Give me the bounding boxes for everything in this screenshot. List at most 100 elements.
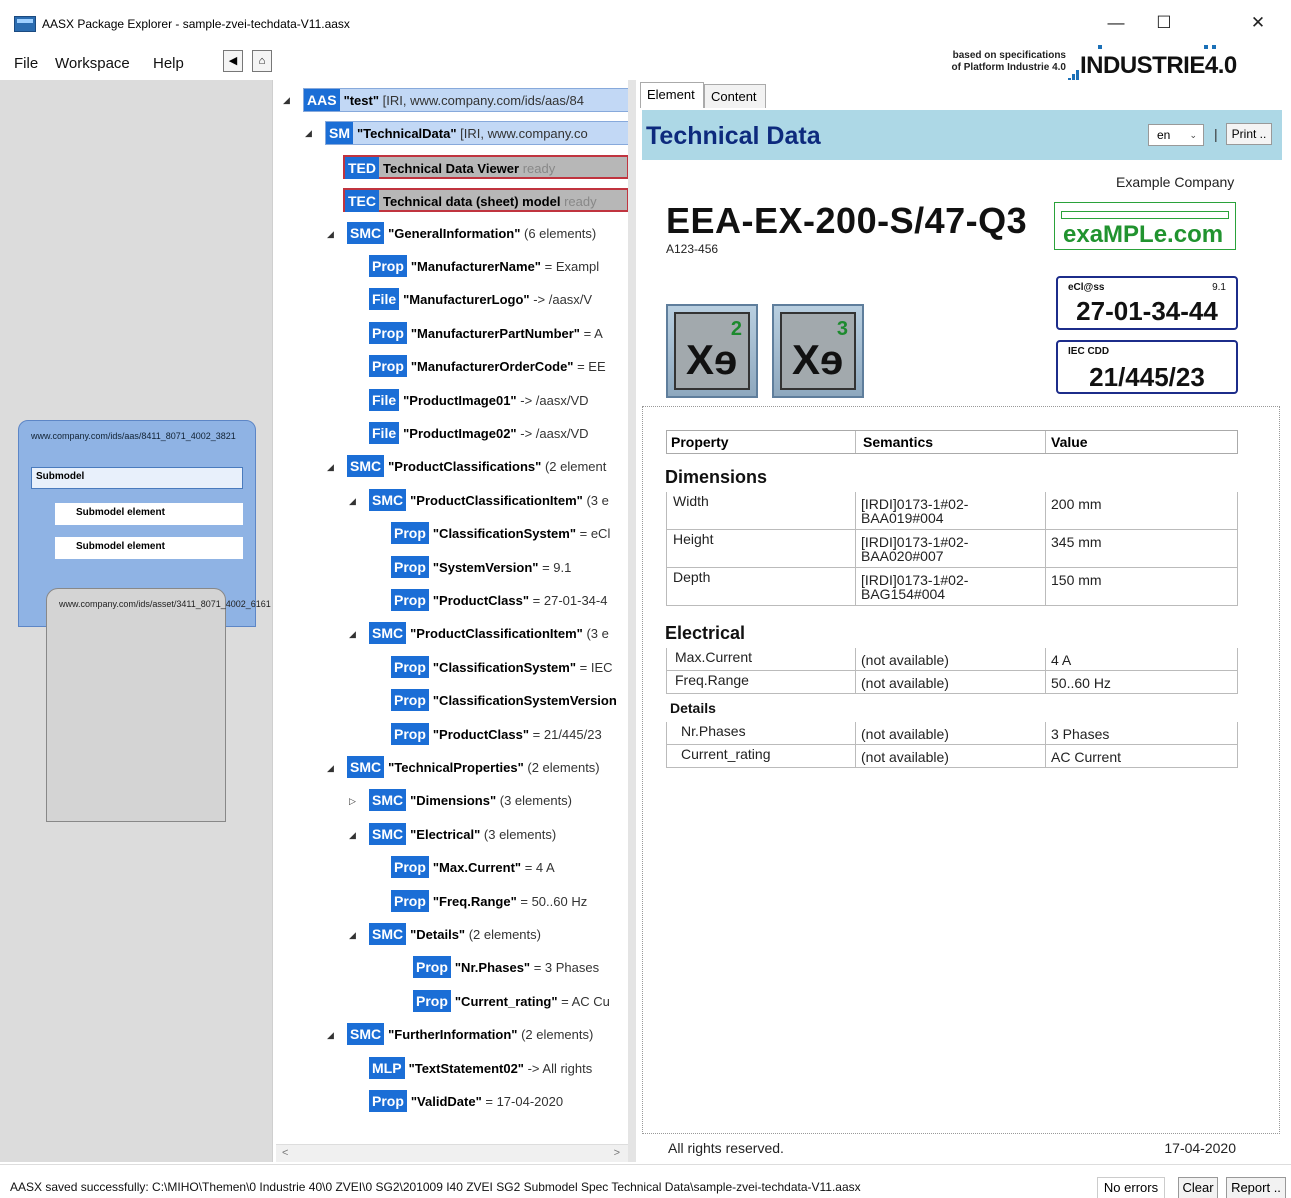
tree-node[interactable]: Prop "SystemVersion" = 9.1 — [391, 555, 628, 580]
close-button[interactable]: ✕ — [1238, 10, 1278, 36]
tree-node-type-badge: File — [369, 388, 400, 411]
tree-node[interactable]: Prop "ValidDate" = 17-04-2020 — [369, 1090, 628, 1114]
report-button[interactable]: Report .. — [1226, 1177, 1286, 1198]
logo-plug-shape — [1061, 211, 1229, 219]
order-code: A123-456 — [666, 242, 719, 256]
tree-node[interactable]: Prop "Max.Current" = 4 A — [391, 856, 628, 880]
tree-node[interactable]: SMC "ProductClassificationItem" (3 e — [369, 488, 628, 513]
row-property: Current_rating — [681, 746, 771, 762]
asset-shape[interactable]: www.company.com/ids/asset/3411_8071_4002… — [46, 588, 271, 822]
tree-node[interactable]: Prop "ClassificationSystemVersion — [391, 689, 628, 713]
tree-node-name: "ClassificationSystemVersion — [432, 693, 617, 709]
tree-expander-icon[interactable]: ◢ — [327, 1023, 334, 1047]
footer-rights: All rights reserved. — [668, 1140, 784, 1156]
tree-node[interactable]: TEC Technical data (sheet) model ready — [343, 188, 628, 213]
tree-expander-icon[interactable]: ◢ — [305, 121, 312, 145]
product-image-2-frame: Xɘ 3 — [780, 312, 856, 390]
tree-node[interactable]: Prop "ClassificationSystem" = eCl — [391, 522, 628, 546]
tree-node[interactable]: File "ProductImage01" -> /aasx/VD — [369, 388, 628, 413]
tree-node-detail: [IRI, www.company.co — [460, 126, 588, 142]
menu-help[interactable]: Help — [153, 55, 184, 72]
tree-node-name: "Electrical" — [410, 826, 481, 842]
tree-expander-icon[interactable]: ◢ — [349, 823, 356, 847]
tree-node[interactable]: File "ManufacturerLogo" -> /aasx/V — [369, 288, 628, 312]
tree-node[interactable]: Prop "Current_rating" = AC Cu — [413, 989, 628, 1014]
logo-dots-icon — [1098, 45, 1218, 51]
tree-expander-icon[interactable]: ▷ — [349, 789, 356, 813]
print-button[interactable]: Print .. — [1226, 123, 1272, 145]
aas-overview-panel: www.company.com/ids/aas/8411_8071_4002_3… — [0, 80, 272, 1162]
clear-button[interactable]: Clear — [1178, 1177, 1218, 1198]
tree-node-type-badge: MLP — [369, 1056, 405, 1079]
iec-cdd-badge: IEC CDD 21/445/23 — [1056, 340, 1238, 394]
tab-content[interactable]: Content — [704, 84, 766, 108]
row-semantics: [IRDI]0173-1#02-BAA019#004 — [861, 496, 969, 526]
tree-node[interactable]: SMC "ProductClassifications" (2 element — [347, 455, 628, 479]
tree-node-detail: = EE — [577, 359, 606, 375]
tree-node[interactable]: Prop "ProductClass" = 21/445/23 — [391, 722, 628, 747]
tree-node[interactable]: SMC "ProductClassificationItem" (3 e — [369, 622, 628, 646]
maximize-button[interactable]: ☐ — [1144, 10, 1184, 36]
tree-node[interactable]: TED Technical Data Viewer ready — [343, 154, 628, 179]
submodel-box[interactable]: Submodel — [31, 467, 243, 489]
techdata-title: Technical Data — [646, 122, 821, 150]
tree-node-name: "ProductClassificationItem" — [410, 626, 583, 642]
menu-workspace[interactable]: Workspace — [55, 55, 130, 72]
back-button[interactable]: ◀ — [223, 50, 243, 72]
header-semantics: Semantics — [863, 434, 934, 450]
tree-node-type-badge: TEC — [345, 190, 379, 213]
tree-node-detail: -> /aasx/V — [533, 292, 593, 308]
tree-expander-icon[interactable]: ◢ — [327, 756, 334, 780]
tree-expander-icon[interactable]: ◢ — [283, 88, 290, 112]
tree-node[interactable]: File "ProductImage02" -> /aasx/VD — [369, 422, 628, 446]
tree-node[interactable]: SM "TechnicalData" [IRI, www.company.co — [325, 121, 628, 146]
product-image-1-sup: 2 — [730, 318, 742, 340]
tree-horizontal-scrollbar[interactable]: < > — [276, 1144, 628, 1162]
row-semantics: (not available) — [861, 652, 949, 668]
tree-node[interactable]: AAS "test" [IRI, www.company.com/ids/aas/… — [303, 88, 628, 112]
manufacturer-logo-text: exaMPLe.com — [1063, 221, 1224, 248]
tree-node[interactable]: SMC "Details" (2 elements) — [369, 923, 628, 947]
tree-node-type-badge: Prop — [391, 889, 429, 912]
tree-node-name: "ManufacturerPartNumber" — [410, 325, 580, 341]
pane-splitter[interactable] — [628, 80, 636, 1162]
tab-element[interactable]: Element — [640, 82, 704, 108]
tree-node[interactable]: SMC "FurtherInformation" (2 elements) — [347, 1023, 628, 1047]
tree-node-detail: = Exampl — [544, 259, 600, 274]
scroll-left-arrow[interactable]: < — [282, 1147, 288, 1159]
tree-node[interactable]: SMC "GeneralInformation" (6 elements) — [347, 221, 628, 246]
tree-node-type-badge: Prop — [391, 522, 429, 545]
submodel-element-box-1[interactable]: Submodel element — [55, 503, 243, 525]
tree-node[interactable]: Prop "ClassificationSystem" = IEC — [391, 655, 628, 680]
tree-expander-icon[interactable]: ◢ — [349, 923, 356, 947]
tree-node[interactable]: Prop "ProductClass" = 27-01-34-4 — [391, 589, 628, 613]
tree-node-type-badge: File — [369, 422, 400, 444]
tree-node[interactable]: Prop "ManufacturerOrderCode" = EE — [369, 355, 628, 379]
tree-node-type-badge: Prop — [369, 255, 407, 277]
tree-node-type-badge: SMC — [369, 622, 407, 645]
tree-node[interactable]: MLP "TextStatement02" -> All rights — [369, 1056, 628, 1081]
tree-node[interactable]: Prop "Nr.Phases" = 3 Phases — [413, 956, 628, 980]
tree-node-type-badge: Prop — [391, 589, 429, 611]
home-button[interactable]: ⌂ — [252, 50, 272, 72]
product-image-1: Xɘ 2 — [666, 304, 758, 398]
iec-cdd-value: 21/445/23 — [1089, 362, 1205, 392]
tree-expander-icon[interactable]: ◢ — [327, 222, 334, 246]
tree-node-detail: = 3 Phases — [533, 960, 600, 976]
menu-file[interactable]: File — [14, 55, 38, 72]
submodel-element-box-2[interactable]: Submodel element — [55, 537, 243, 559]
language-select[interactable]: en ⌄ — [1148, 124, 1204, 146]
techdata-vertical-scrollbar[interactable] — [1264, 410, 1278, 1130]
tree-node[interactable]: Prop "Freq.Range" = 50..60 Hz — [391, 889, 628, 914]
tree-expander-icon[interactable]: ◢ — [349, 622, 356, 646]
scroll-right-arrow[interactable]: > — [614, 1147, 620, 1159]
minimize-button[interactable]: — — [1096, 10, 1136, 36]
row-semantics: (not available) — [861, 675, 949, 691]
tree-expander-icon[interactable]: ◢ — [349, 489, 356, 513]
tree-node[interactable]: Prop "ManufacturerPartNumber" = A — [369, 321, 628, 346]
tree-expander-icon[interactable]: ◢ — [327, 455, 334, 479]
tree-node[interactable]: Prop "ManufacturerName" = Exampl — [369, 255, 628, 279]
tree-node[interactable]: SMC "TechnicalProperties" (2 elements) — [347, 756, 628, 780]
tree-node[interactable]: SMC "Dimensions" (3 elements) — [369, 789, 628, 813]
tree-node[interactable]: SMC "Electrical" (3 elements) — [369, 822, 628, 847]
